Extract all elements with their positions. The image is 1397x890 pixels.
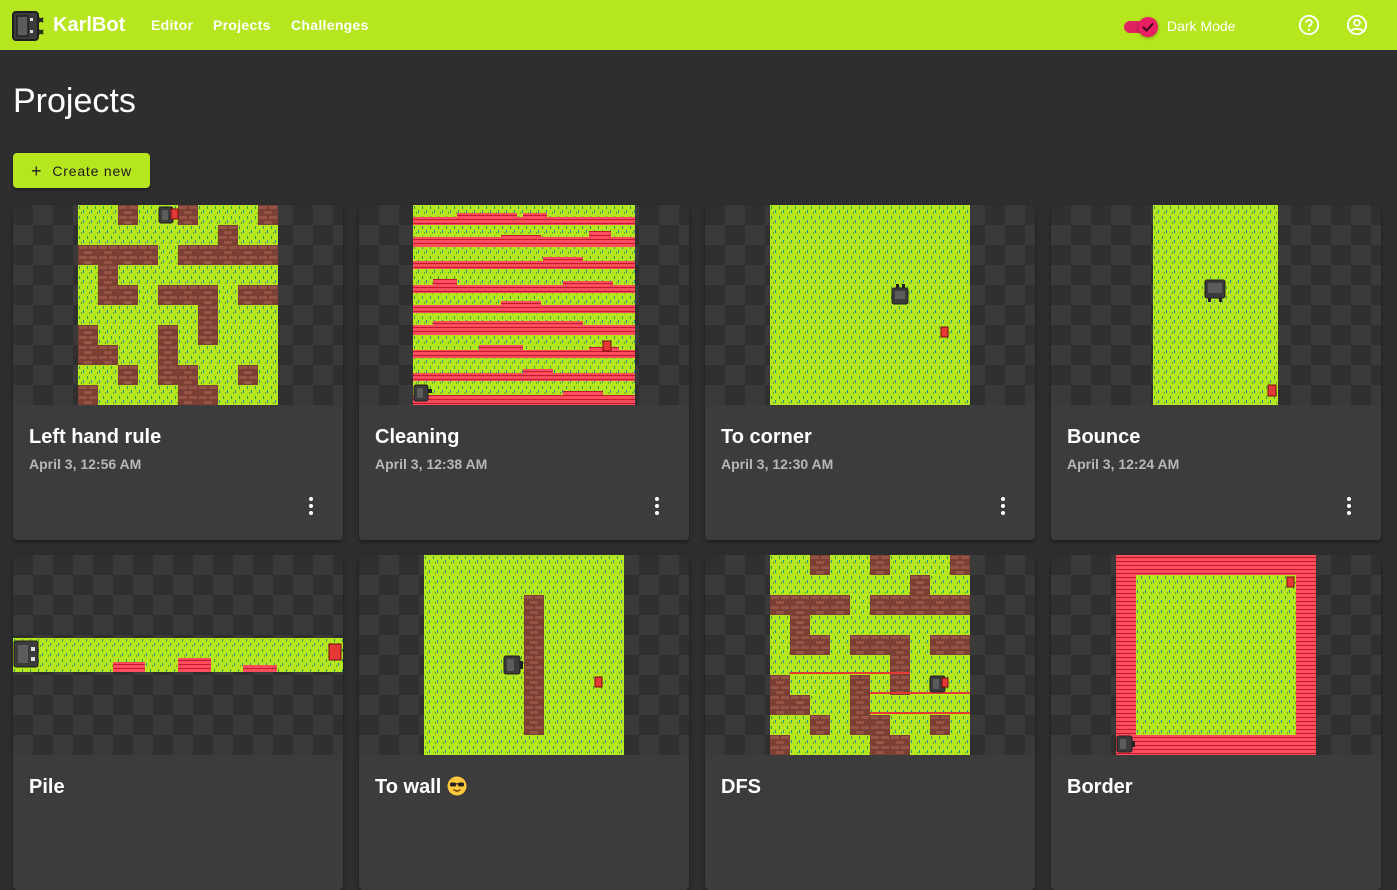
pile-world-preview [13,638,343,672]
project-card-pile[interactable]: Pile [13,555,343,890]
robot-icon [1116,735,1135,753]
world-thumbnail [359,205,689,405]
robot-icon [503,655,523,675]
project-date: April 3, 12:56 AM [29,456,142,472]
bounce-world-preview [1153,205,1278,405]
dfs-world-preview [770,555,970,755]
dark-mode-label: Dark Mode [1167,18,1236,34]
project-title: DFS [721,776,761,798]
plus-icon: + [31,160,43,181]
project-title: Border [1067,776,1133,798]
world-thumbnail [13,555,343,755]
project-card-left-hand-rule[interactable]: Left hand rule April 3, 12:56 AM [13,205,343,540]
project-card-to-corner[interactable]: To corner April 3, 12:30 AM [705,205,1035,540]
project-title: Cleaning [375,426,460,448]
nav-projects[interactable]: Projects [213,17,271,33]
toggle-knob [1138,17,1158,37]
project-title: Bounce [1067,426,1141,448]
project-title: Pile [29,776,65,798]
project-title: To corner [721,426,812,448]
project-title-text: To wall [375,776,442,798]
nav-editor[interactable]: Editor [151,17,193,33]
project-card-cleaning[interactable]: Cleaning April 3, 12:38 AM [359,205,689,540]
project-title: To wall [375,776,467,799]
more-vert-icon[interactable] [647,494,667,518]
world-thumbnail [1051,205,1381,405]
project-card-bounce[interactable]: Bounce April 3, 12:24 AM [1051,205,1381,540]
world-thumbnail [359,555,689,755]
more-vert-icon[interactable] [1339,494,1359,518]
app-brand[interactable]: KarlBot [53,14,125,37]
account-circle-icon[interactable] [1346,14,1368,36]
project-title: Left hand rule [29,426,162,448]
nav-challenges[interactable]: Challenges [291,17,369,33]
more-vert-icon[interactable] [301,494,321,518]
maze-world-preview [78,205,278,405]
more-vert-icon[interactable] [993,494,1013,518]
corner-world-preview [770,205,970,405]
border-world-preview [1116,555,1316,755]
page-title: Projects [13,82,136,120]
world-thumbnail [1051,555,1381,755]
help-circle-icon[interactable] [1298,14,1320,36]
world-thumbnail [705,555,1035,755]
wall-world-preview [424,555,624,755]
check-icon [1142,22,1154,32]
world-thumbnail [13,205,343,405]
project-card-dfs[interactable]: DFS [705,555,1035,890]
sunglasses-emoji-icon [447,776,467,796]
project-date: April 3, 12:24 AM [1067,456,1180,472]
cleaning-world-preview [413,205,635,405]
karlbot-logo-icon[interactable] [12,10,44,42]
top-app-bar: KarlBot Editor Projects Challenges Dark … [0,0,1397,50]
world-thumbnail [705,205,1035,405]
dark-mode-toggle[interactable] [1122,17,1160,37]
project-card-border[interactable]: Border [1051,555,1381,890]
robot-icon [13,640,39,668]
project-date: April 3, 12:30 AM [721,456,834,472]
create-new-label: Create new [52,162,132,179]
project-date: April 3, 12:38 AM [375,456,488,472]
create-new-button[interactable]: + Create new [13,153,150,188]
project-card-to-wall[interactable]: To wall [359,555,689,890]
